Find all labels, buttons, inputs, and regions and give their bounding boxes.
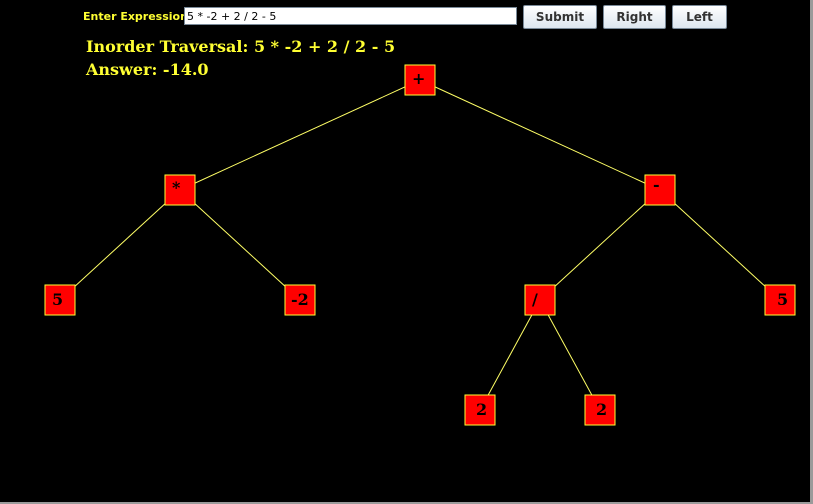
tree-edges [59,79,781,411]
tree-node-label: 2 [476,400,487,419]
tree-node[interactable]: -2 [284,284,316,316]
tree-node[interactable]: 5 [44,284,76,316]
tree-edge [179,189,301,301]
tree-node-label: + [412,69,425,88]
tree-node[interactable]: 2 [584,394,616,426]
tree-node[interactable]: * [164,174,196,206]
expression-tree-canvas: + * - 5 -2 / 5 2 2 [44,64,796,426]
tree-edge [179,79,421,191]
tree-node-root[interactable]: + [404,64,436,96]
tree-edge [539,189,661,301]
tree-edge [59,189,181,301]
tree-node-label: - [653,175,660,194]
tree-node[interactable]: / [524,284,556,316]
tree-edge [419,79,661,191]
tree-edge [659,189,781,301]
tree-node-label: 2 [596,400,607,419]
tree-node-label: 5 [52,290,63,309]
tree-node[interactable]: 5 [764,284,796,316]
tree-node[interactable]: - [644,174,676,206]
tree-edge [479,299,541,411]
tree-node-label: -2 [291,290,309,309]
expression-tree-window: Enter Expression Submit Right Left Inord… [0,0,813,504]
tree-node-label: / [532,290,538,309]
tree-edge [539,299,601,411]
tree-node[interactable]: 2 [464,394,496,426]
tree-node-label: * [172,178,181,197]
tree-node-label: 5 [777,290,788,309]
